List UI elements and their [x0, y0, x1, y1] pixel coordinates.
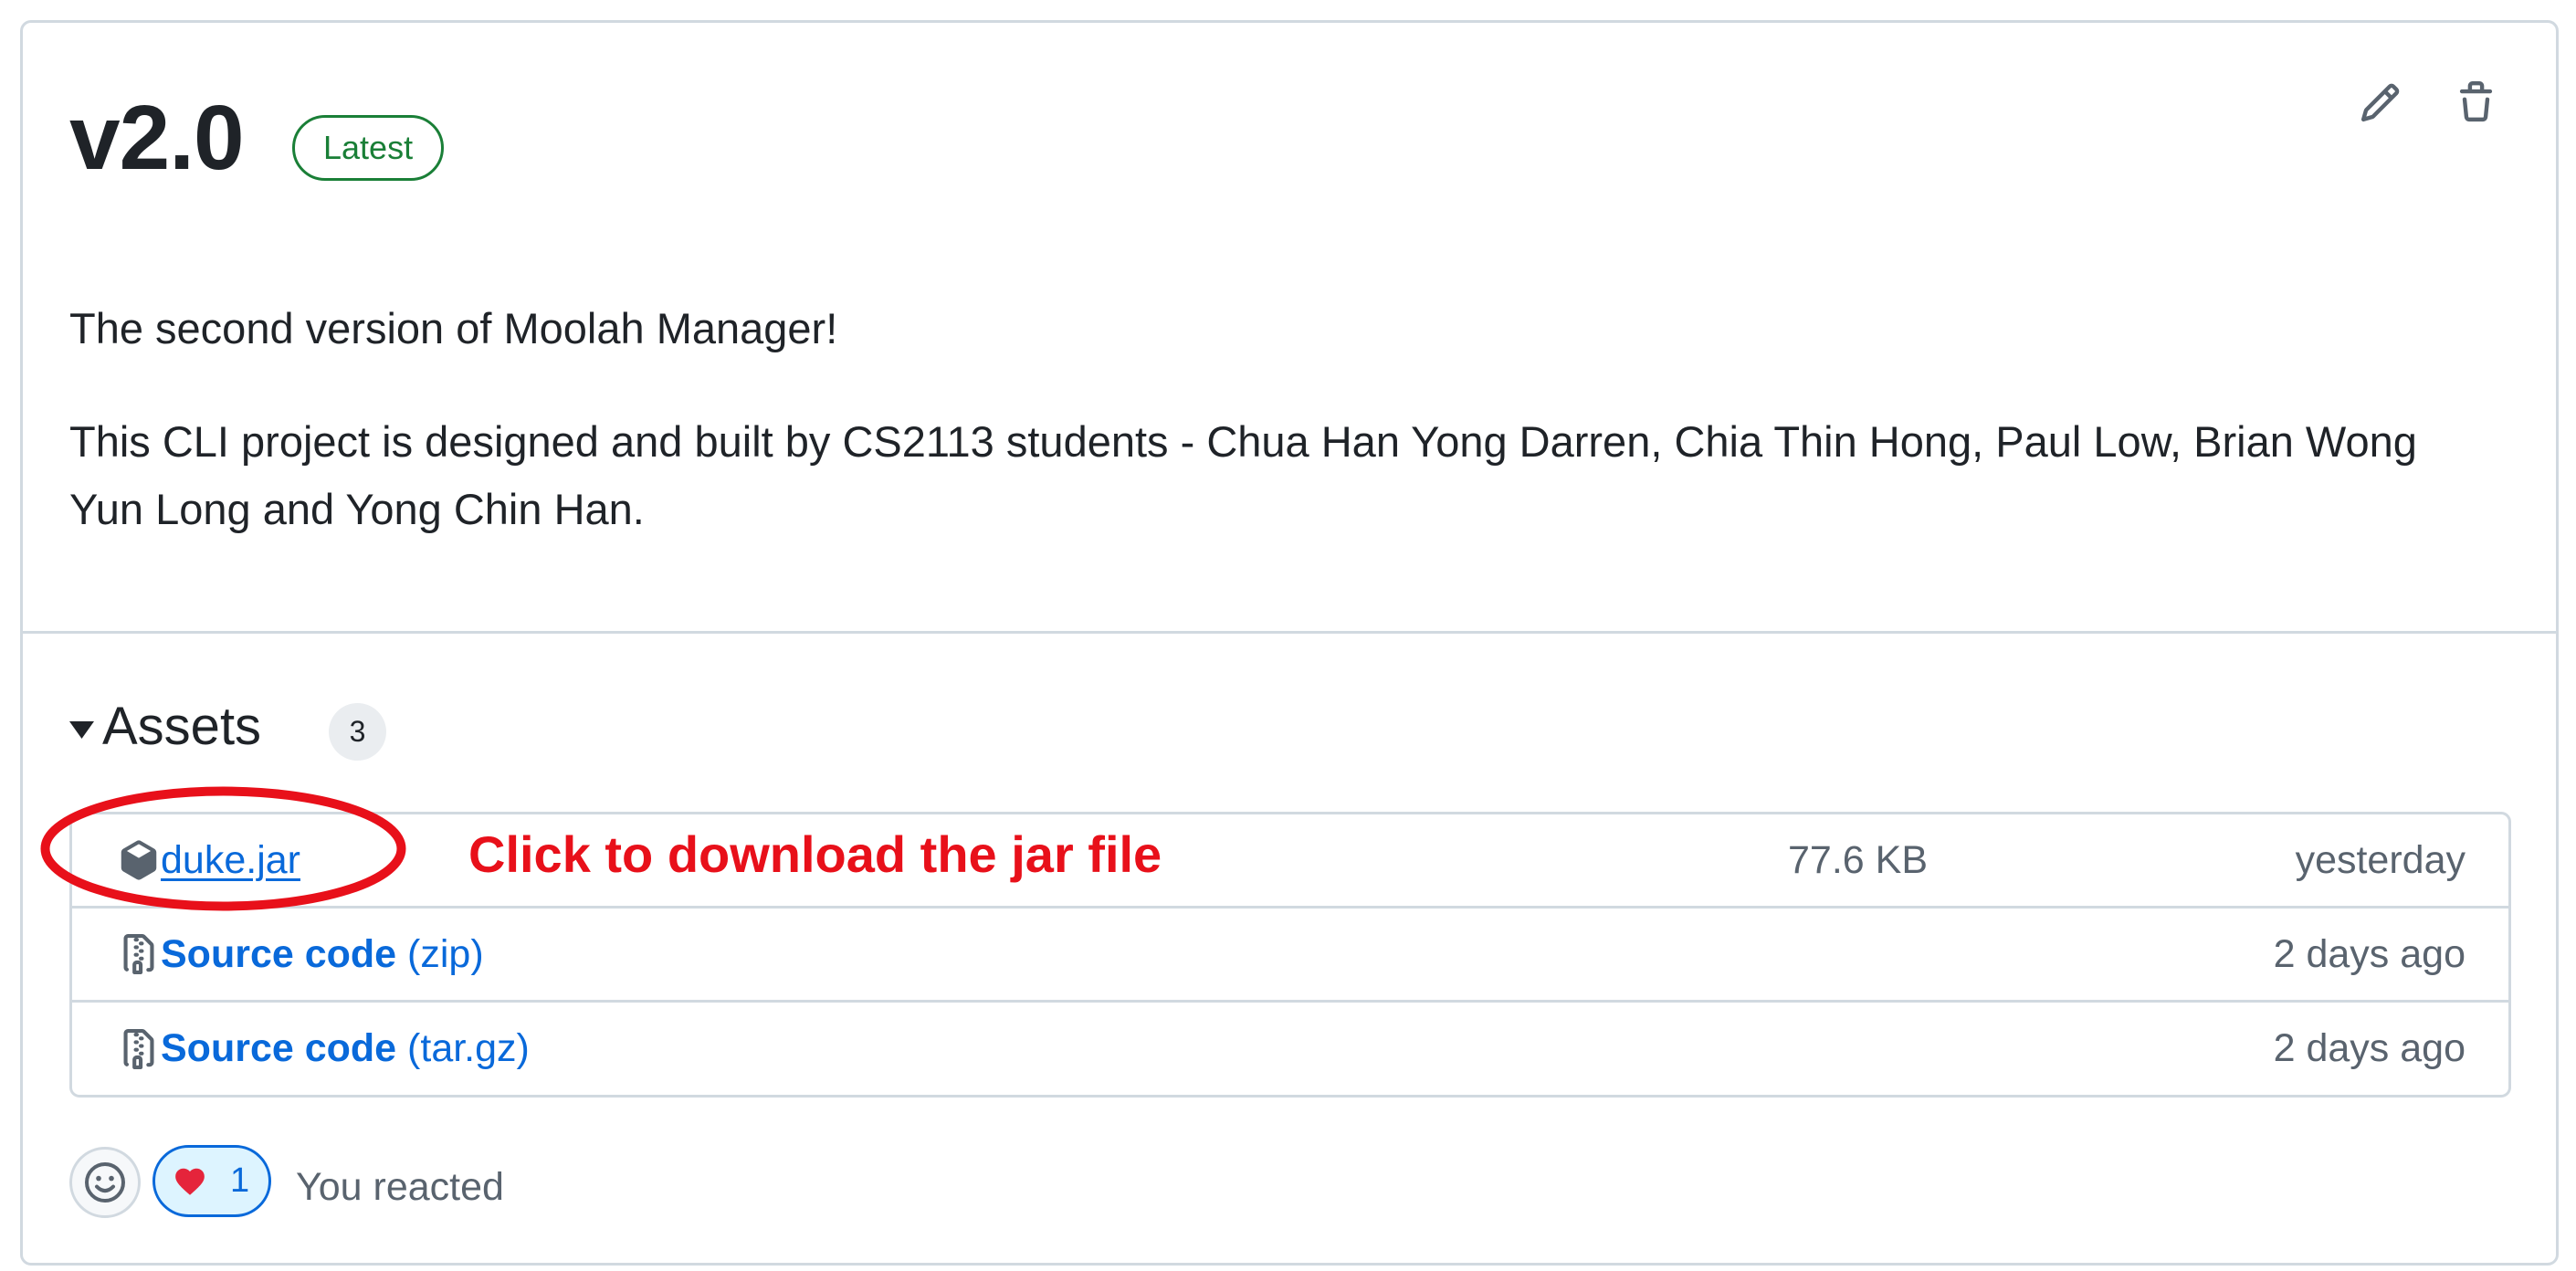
asset-format: (zip)	[407, 931, 484, 976]
heart-icon	[173, 1164, 207, 1199]
pencil-icon	[2360, 83, 2400, 122]
asset-row: Source code (tar.gz) 2 days ago	[72, 1000, 2508, 1095]
annotation-label: Click to download the jar file	[468, 825, 1162, 883]
asset-name: Source code	[161, 1026, 397, 1070]
asset-date: 2 days ago	[2273, 932, 2466, 976]
assets-count-badge: 3	[329, 703, 386, 761]
asset-download-link[interactable]: duke.jar	[161, 838, 300, 883]
assets-list: duke.jar 77.6 KB yesterday Source code (…	[69, 812, 2511, 1098]
source-zip-link[interactable]: Source code (zip)	[161, 932, 484, 977]
asset-format: (tar.gz)	[407, 1026, 530, 1070]
release-description-intro: The second version of Moolah Manager!	[69, 304, 838, 352]
asset-date: 2 days ago	[2273, 1026, 2466, 1070]
file-zip-icon	[119, 1028, 159, 1069]
heart-reaction-count: 1	[230, 1161, 250, 1200]
add-reaction-button[interactable]	[69, 1147, 141, 1218]
heart-reaction-button[interactable]: 1	[152, 1145, 271, 1217]
asset-row: duke.jar 77.6 KB yesterday	[72, 814, 2508, 906]
assets-toggle[interactable]: Assets	[69, 695, 261, 759]
release-card: v2.0 Latest The second version of Moolah…	[20, 20, 2559, 1266]
asset-row: Source code (zip) 2 days ago	[72, 906, 2508, 1000]
release-description-credits: This CLI project is designed and built b…	[69, 417, 2417, 533]
smiley-icon	[85, 1162, 125, 1203]
edit-release-button[interactable]	[2359, 81, 2402, 124]
release-title[interactable]: v2.0	[69, 83, 245, 193]
section-divider	[23, 631, 2556, 634]
source-targz-link[interactable]: Source code (tar.gz)	[161, 1026, 530, 1071]
delete-release-button[interactable]	[2455, 81, 2497, 124]
latest-badge: Latest	[292, 115, 445, 181]
assets-heading: Assets	[102, 697, 262, 756]
reaction-summary: You reacted	[296, 1165, 504, 1209]
disclosure-triangle-icon	[69, 721, 94, 739]
asset-name: Source code	[161, 931, 397, 976]
package-icon	[119, 840, 159, 880]
file-zip-icon	[119, 934, 159, 974]
trash-icon	[2459, 81, 2493, 122]
asset-size: 77.6 KB	[1788, 838, 1928, 882]
asset-date: yesterday	[2295, 838, 2466, 882]
